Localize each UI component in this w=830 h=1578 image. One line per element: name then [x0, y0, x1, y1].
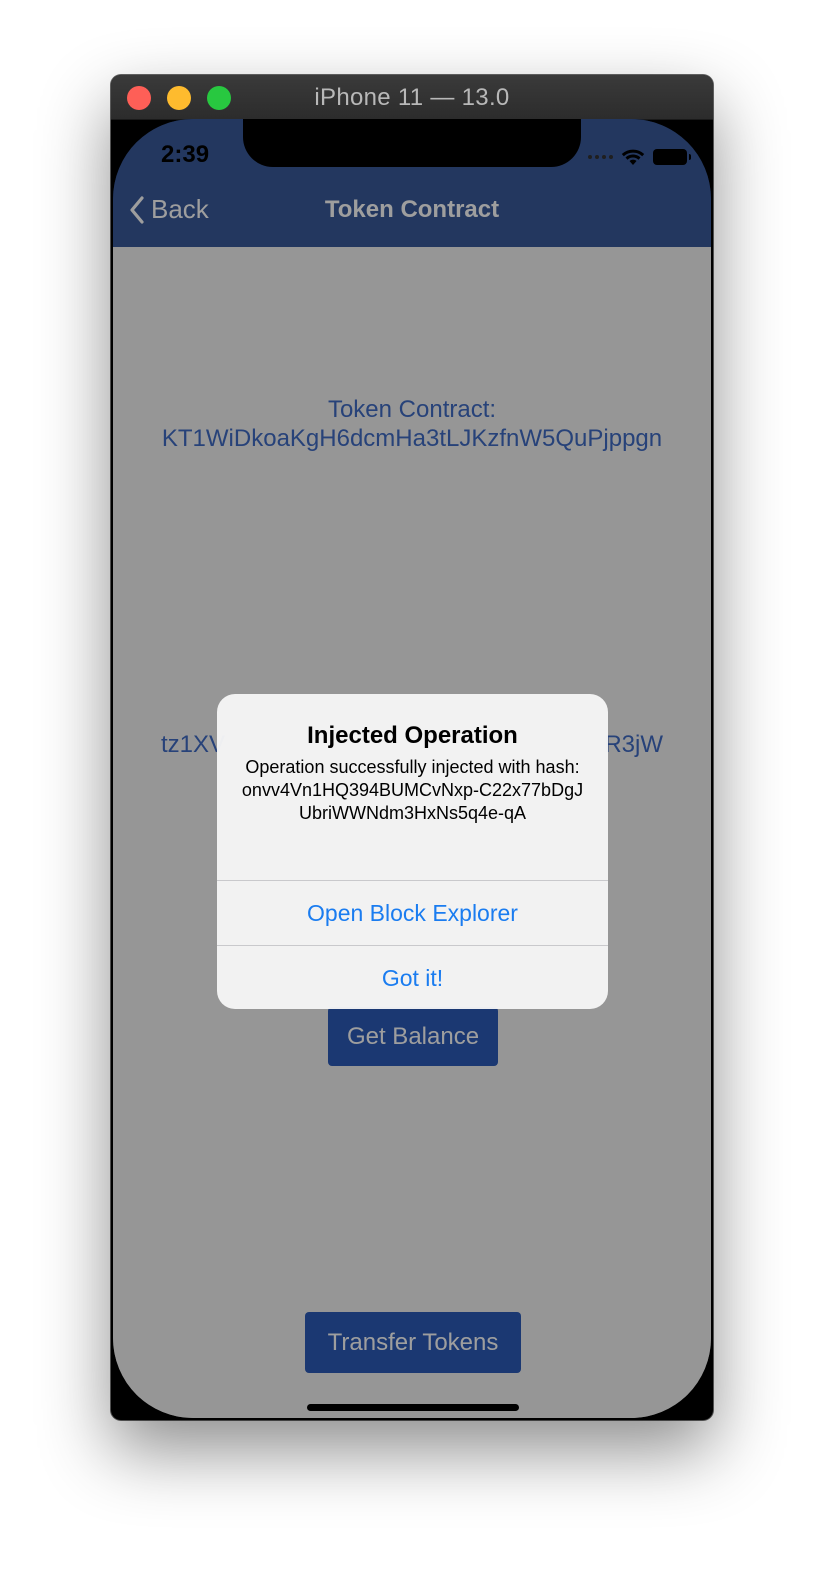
device-screen: 2:39 Back Token Contract Token Contract:… — [113, 119, 711, 1418]
window-title: iPhone 11 — 13.0 — [314, 84, 510, 111]
alert-title: Injected Operation — [307, 722, 518, 749]
alert-message: Operation successfully injected with has… — [241, 757, 584, 823]
alert-dialog: Injected Operation Operation successfull… — [217, 694, 608, 1009]
home-indicator[interactable] — [307, 1404, 519, 1411]
window-titlebar: iPhone 11 — 13.0 — [111, 75, 713, 120]
simulator-window: iPhone 11 — 13.0 2:39 Back Token Contrac… — [111, 75, 713, 1420]
open-block-explorer-button[interactable]: Open Block Explorer — [217, 880, 608, 945]
got-it-button[interactable]: Got it! — [217, 945, 608, 1009]
